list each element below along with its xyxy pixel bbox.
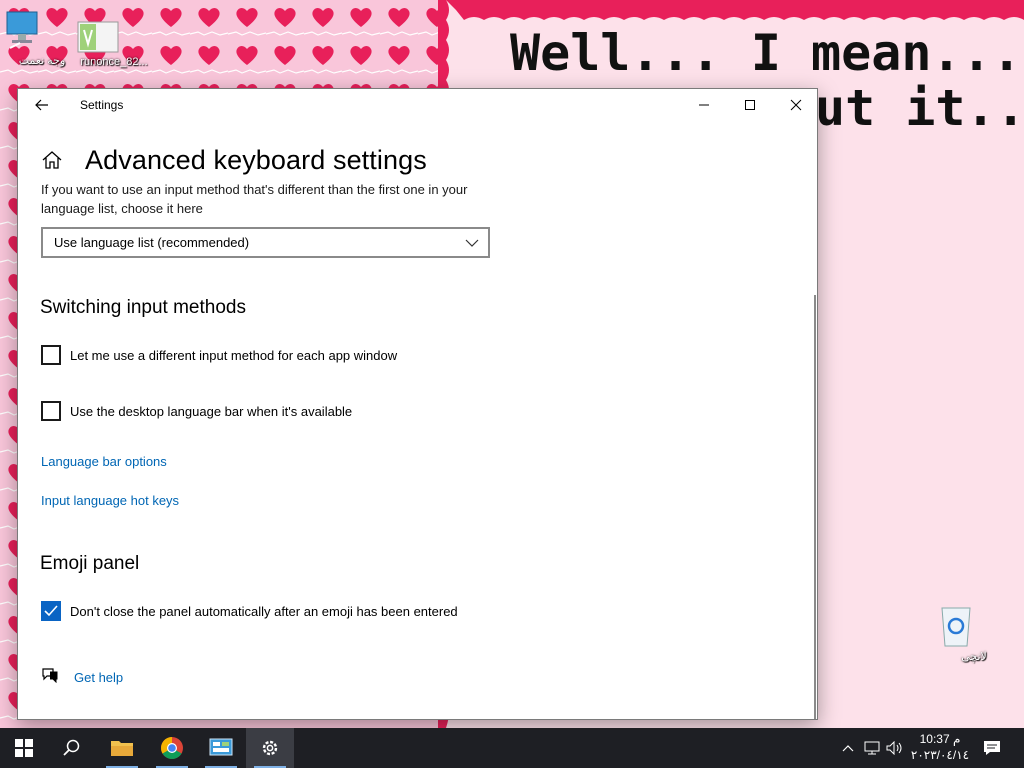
minimize-button[interactable]: [681, 89, 727, 121]
close-icon: [790, 99, 802, 111]
search-button[interactable]: [48, 728, 96, 768]
default-input-method-dropdown[interactable]: Use language list (recommended): [41, 227, 490, 258]
recycle-bin-icon: [941, 602, 994, 648]
checkbox-label: Use the desktop language bar when it's a…: [70, 403, 353, 419]
folder-icon: [111, 741, 133, 756]
desktop-icon-recycle-bin[interactable]: لانچی: [936, 602, 1012, 663]
help-chat-icon: [41, 667, 59, 688]
home-icon[interactable]: [41, 149, 63, 171]
start-button[interactable]: [0, 728, 48, 768]
desktop-icon-label: وجه نعمت: [18, 55, 66, 67]
window-title: Settings: [80, 98, 124, 112]
taskbar: 10:37 م ٢٠٢٣/٠٤/١٤: [0, 728, 1024, 768]
per-app-input-method-checkbox[interactable]: Let me use a different input method for …: [41, 345, 397, 365]
show-hidden-icons-button[interactable]: [838, 728, 858, 768]
minimize-icon: [699, 104, 709, 106]
emoji-panel-checkbox[interactable]: Don't close the panel automatically afte…: [41, 601, 458, 621]
desktop-icon-label: runonce_82...: [80, 56, 148, 68]
clock-time: 10:37 م: [919, 732, 961, 746]
desktop-icon-label: لانچی: [961, 651, 987, 663]
network-tray-button[interactable]: [862, 728, 882, 768]
desktop-icon-runonce[interactable]: runonce_82...: [76, 20, 152, 68]
maximize-icon: [745, 100, 755, 110]
get-help-link[interactable]: Get help: [41, 667, 123, 688]
control-panel-icon: [209, 738, 233, 756]
intro-text: If you want to use an input method that'…: [41, 182, 468, 216]
language-bar-options-link[interactable]: Language bar options: [41, 454, 167, 469]
clock-date: ٢٠٢٣/٠٤/١٤: [910, 748, 970, 762]
windows-logo-icon: [15, 739, 33, 757]
get-help-label: Get help: [74, 670, 124, 685]
close-button[interactable]: [773, 89, 817, 121]
monitor-icon: [6, 10, 60, 52]
banner-text-2: ut it...: [815, 79, 1024, 137]
switching-heading: Switching input methods: [40, 297, 246, 318]
settings-content: Advanced keyboard settings If you want t…: [18, 121, 817, 719]
chrome-icon: [161, 737, 183, 759]
dropdown-selected-value: Use language list (recommended): [54, 235, 250, 250]
notification-icon: [984, 741, 1000, 755]
banner-text-1: Well... I mean... if: [510, 24, 1024, 82]
settings-window: Settings Advanced keyboard settings If y…: [17, 88, 818, 720]
scrollbar[interactable]: [814, 295, 816, 719]
file-explorer-button[interactable]: [98, 728, 146, 768]
emoji-heading: Emoji panel: [40, 553, 140, 574]
speaker-icon: [886, 741, 902, 755]
chrome-button[interactable]: [148, 728, 196, 768]
file-icon: [77, 20, 136, 54]
chevron-down-icon: [465, 236, 479, 251]
search-icon: [63, 739, 80, 756]
checkbox-box[interactable]: [41, 401, 61, 421]
chevron-up-icon: [842, 745, 854, 752]
notifications-button[interactable]: [980, 728, 1004, 768]
clock[interactable]: 10:37 م ٢٠٢٣/٠٤/١٤: [906, 731, 974, 765]
title-bar[interactable]: Settings: [18, 89, 817, 121]
network-icon: [864, 741, 880, 755]
checkbox-box[interactable]: [41, 345, 61, 365]
page-title: Advanced keyboard settings: [85, 145, 427, 175]
checkmark-icon: [44, 605, 58, 617]
input-language-hot-keys-link[interactable]: Input language hot keys: [41, 493, 179, 508]
volume-tray-button[interactable]: [884, 728, 906, 768]
checkbox-label: Don't close the panel automatically afte…: [70, 603, 458, 619]
back-arrow-icon[interactable]: [28, 93, 56, 117]
checkbox-box[interactable]: [41, 601, 61, 621]
checkbox-label: Let me use a different input method for …: [70, 347, 398, 363]
maximize-button[interactable]: [727, 89, 773, 121]
control-panel-button[interactable]: [197, 728, 245, 768]
desktop-icon-network[interactable]: وجه نعمت: [4, 10, 80, 67]
settings-button[interactable]: [246, 728, 294, 768]
gear-icon: [262, 740, 278, 756]
desktop-language-bar-checkbox[interactable]: Use the desktop language bar when it's a…: [41, 401, 352, 421]
